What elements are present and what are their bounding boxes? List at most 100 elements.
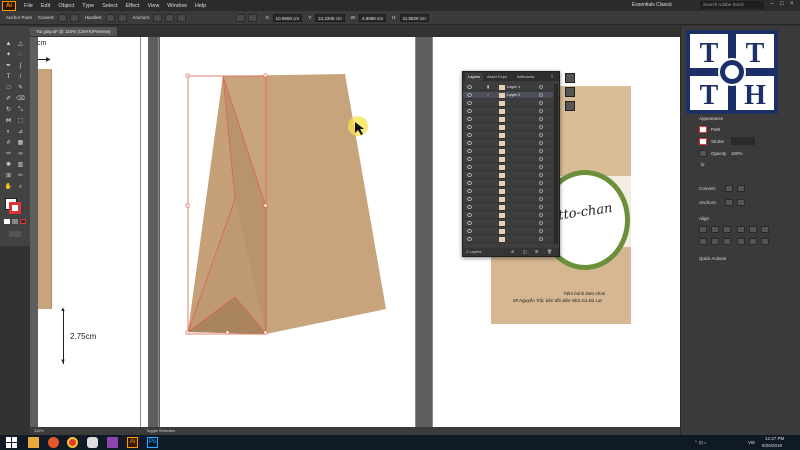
file-explorer-icon[interactable] [28,437,39,448]
align-middle-icon[interactable] [749,226,757,233]
sublayer-row[interactable] [463,212,553,219]
tab-asset-export[interactable]: Asset Expo [487,73,507,81]
tab-layers[interactable]: Layers [465,73,484,81]
opacity-value[interactable]: 100% [731,151,743,156]
target-icon[interactable] [539,117,543,121]
magic-wand-icon[interactable]: ✦ [4,51,13,59]
remove-anchor-icon[interactable] [725,199,733,206]
w-field[interactable]: 4.9886 cm [359,13,387,22]
menu-file[interactable]: File [24,3,33,9]
layer-name[interactable]: Layer 2 [507,92,520,98]
visibility-eye-icon[interactable] [467,189,472,193]
curvature-tool-icon[interactable]: ∫ [16,62,25,70]
minimize-icon[interactable]: – [770,1,773,7]
target-icon[interactable] [539,157,543,161]
remove-anchor-button[interactable] [153,13,163,22]
menu-view[interactable]: View [147,3,159,9]
lasso-icon[interactable]: ◌ [16,51,25,59]
handles-show-button[interactable] [105,13,115,22]
target-icon[interactable] [539,85,543,89]
clock-time[interactable]: 12:47 PM [765,436,784,441]
target-icon[interactable] [539,149,543,153]
distribute-bottom-icon[interactable] [723,238,731,245]
target-icon[interactable] [539,237,543,241]
shaper-tool-icon[interactable]: ✐ [4,95,13,103]
menu-object[interactable]: Object [58,3,74,9]
visibility-eye-icon[interactable] [467,197,472,201]
hand-tool-icon[interactable]: ✋ [4,183,13,191]
close-icon[interactable]: × [790,1,794,7]
visibility-eye-icon[interactable] [467,157,472,161]
cut-path-icon[interactable] [737,199,745,206]
selection-tool-icon[interactable]: ▲ [4,40,13,48]
sublayer-row[interactable] [463,228,553,235]
sublayer-row[interactable] [463,196,553,203]
target-icon[interactable] [539,229,543,233]
sublayer-row[interactable] [463,132,553,139]
sublayer-row[interactable] [463,148,553,155]
menu-edit[interactable]: Edit [41,3,50,9]
layers-scrollbar[interactable] [554,84,558,244]
mesh-tool-icon[interactable]: # [4,139,13,147]
zoom-level[interactable]: 110% [34,428,44,433]
sublayer-row[interactable] [463,140,553,147]
windows-start-icon[interactable] [6,437,17,448]
new-layer-icon[interactable]: ⊕ [511,248,514,256]
search-stock-input[interactable]: Search Adobe Stock [700,1,764,9]
visibility-eye-icon[interactable] [467,181,472,185]
handles-hide-button[interactable] [117,13,127,22]
opacity-label[interactable]: Opacity [711,151,726,156]
sublayer-row[interactable] [463,236,553,243]
blend-tool-icon[interactable]: ∞ [16,150,25,158]
sublayer-row[interactable] [463,156,553,163]
artboard-tool-icon[interactable]: ⊞ [4,172,13,180]
sublayer-row[interactable] [463,116,553,123]
rotate-tool-icon[interactable]: ↻ [4,106,13,114]
visibility-eye-icon[interactable] [467,237,472,241]
align-bottom-icon[interactable] [761,226,769,233]
target-icon[interactable] [539,173,543,177]
h-field[interactable]: 11.8829 cm [399,13,429,22]
visibility-eye-icon[interactable] [467,213,472,217]
fx-icon[interactable]: fx [701,162,705,167]
draw-mode-button[interactable] [9,231,21,237]
menu-effect[interactable]: Effect [126,3,140,9]
align-left-icon[interactable] [699,226,707,233]
visibility-eye-icon[interactable] [467,149,472,153]
target-icon[interactable] [539,213,543,217]
target-icon[interactable] [539,125,543,129]
layers-dock-icon[interactable] [565,73,575,83]
convert-smooth-icon[interactable] [737,185,745,192]
eraser-icon[interactable]: ⌫ [16,95,25,103]
target-icon[interactable] [539,205,543,209]
symbol-sprayer-icon[interactable]: ✺ [4,161,13,169]
layer-row-1[interactable]: ▮ Layer 1 [463,84,553,91]
pen-tool-icon[interactable]: ✒ [4,62,13,70]
distribute-center-icon[interactable] [711,238,719,245]
target-icon[interactable] [539,197,543,201]
make-clip-mask-icon[interactable]: ◫ [523,248,527,256]
type-tool-icon[interactable]: T [4,73,13,81]
menu-type[interactable]: Type [82,3,94,9]
menu-help[interactable]: Help [195,3,206,9]
eyedropper-icon[interactable]: ✑ [4,150,13,158]
target-icon[interactable] [539,141,543,145]
visibility-eye-icon[interactable] [467,125,472,129]
delete-layer-icon[interactable]: 🗑 [547,248,552,256]
visibility-eye-icon[interactable] [467,117,472,121]
perspective-grid-icon[interactable]: ⊿ [16,128,25,136]
align-top-icon[interactable] [737,226,745,233]
graph-tool-icon[interactable]: ▥ [16,161,25,169]
illustrator-taskbar-icon[interactable]: Ai [127,437,138,448]
canvas[interactable]: cm ▶ ▲ ▼ 2.75cm itto-chan Tiệm bánh lott… [30,37,680,427]
visibility-eye-icon[interactable] [467,101,472,105]
tab-artboards[interactable]: Artboards [517,73,534,81]
align-left-button[interactable] [248,13,258,22]
target-icon[interactable] [539,189,543,193]
panel-menu-icon[interactable]: ≡ [551,73,553,81]
free-transform-icon[interactable]: ⬚ [16,117,25,125]
cut-path-button[interactable] [165,13,175,22]
target-icon[interactable] [539,221,543,225]
stroke-swatch-icon[interactable] [699,138,707,145]
visibility-eye-icon[interactable] [467,229,472,233]
